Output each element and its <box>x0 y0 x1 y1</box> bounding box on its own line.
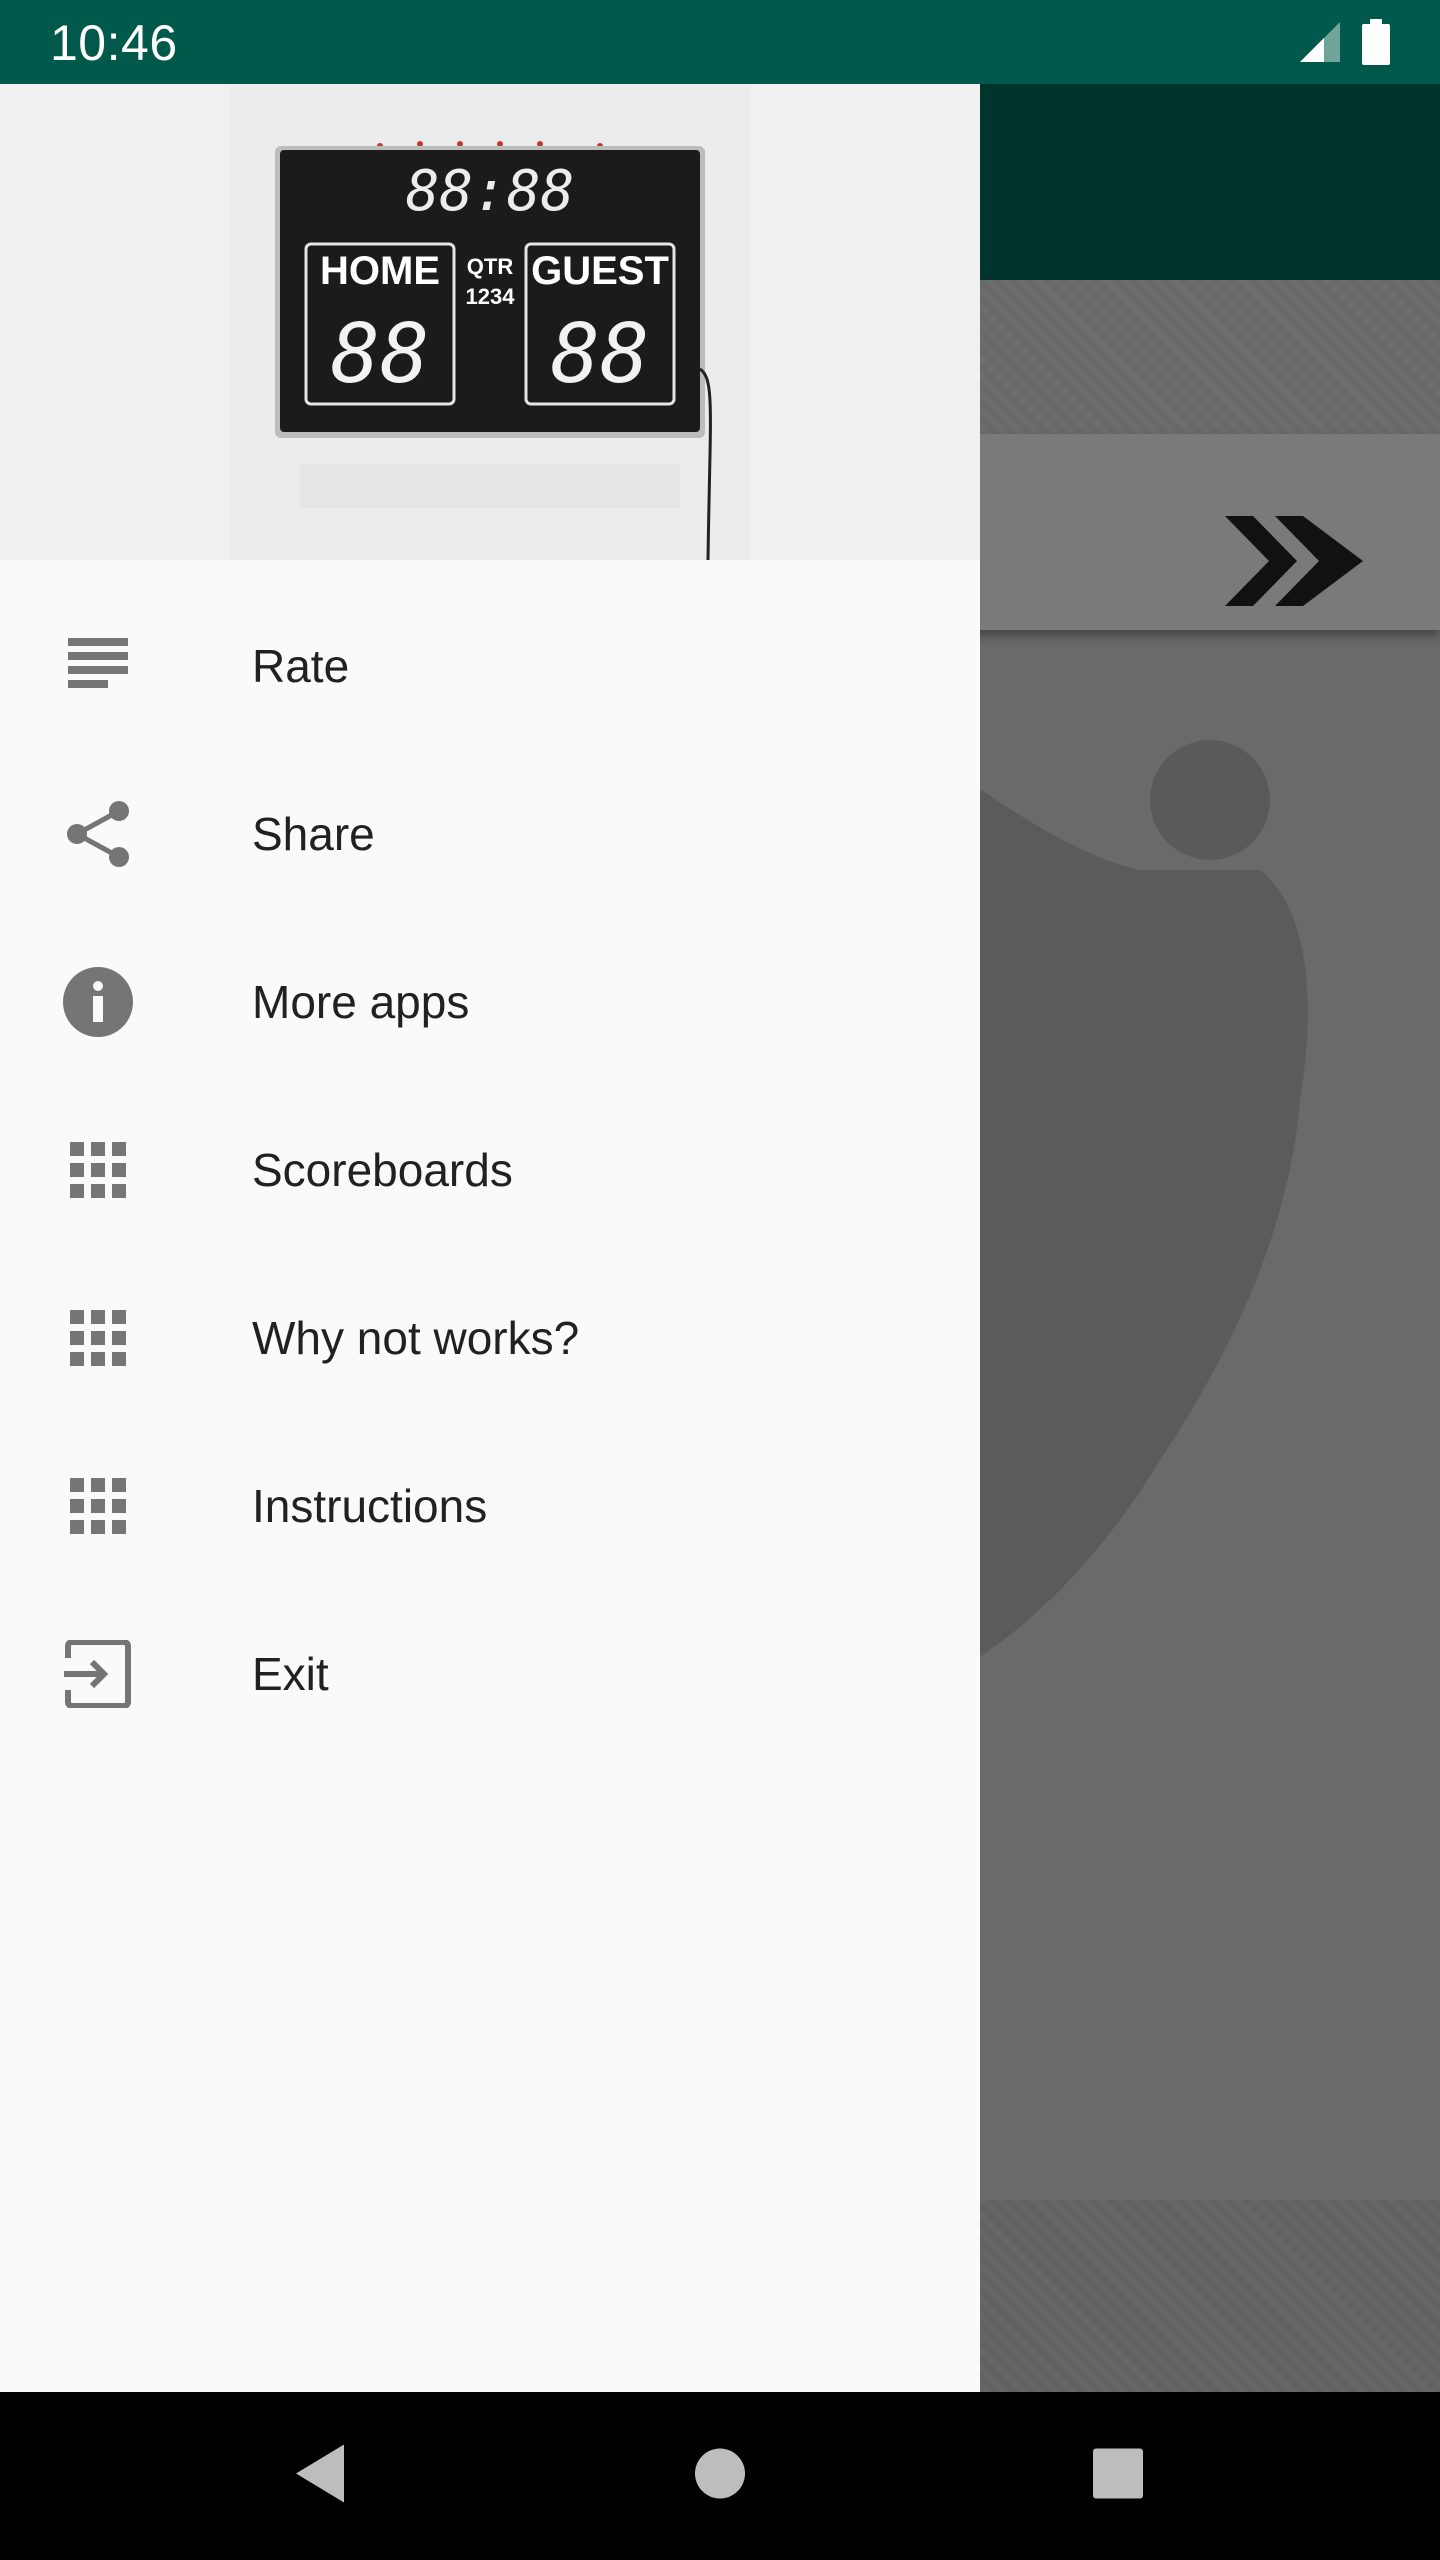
menu-item-label: Scoreboards <box>252 1144 513 1196</box>
signal-icon <box>1298 20 1342 64</box>
system-nav-bar <box>0 2392 1440 2560</box>
menu-item-more-apps[interactable]: More apps <box>0 918 980 1086</box>
scoreboard-home-digits: 88 <box>331 307 430 402</box>
scoreboard-qtr-label: QTR <box>467 254 514 279</box>
forward-arrow-icon[interactable] <box>1225 514 1365 608</box>
status-icons <box>1298 19 1390 65</box>
home-icon[interactable] <box>694 2448 746 2505</box>
back-icon[interactable] <box>292 2443 348 2510</box>
menu-item-label: More apps <box>252 976 470 1028</box>
menu-item-label: Exit <box>252 1648 329 1700</box>
battery-icon <box>1362 19 1390 65</box>
scoreboard-qtr-digits: 1234 <box>466 284 516 309</box>
drawer-header: 88:88 HOME 88 QTR 1234 GUEST 88 <box>0 84 980 560</box>
status-bar: 10:46 <box>0 0 1440 84</box>
grid-icon <box>62 1134 134 1206</box>
menu-item-label: Why not works? <box>252 1312 580 1364</box>
share-icon <box>62 798 134 870</box>
scoreboard-clock: 88:88 <box>406 159 575 224</box>
menu-item-instructions[interactable]: Instructions <box>0 1422 980 1590</box>
navigation-drawer: 88:88 HOME 88 QTR 1234 GUEST 88 Rate Sha… <box>0 84 980 2392</box>
menu-item-scoreboards[interactable]: Scoreboards <box>0 1086 980 1254</box>
menu-item-label: Instructions <box>252 1480 488 1532</box>
scoreboard-image: 88:88 HOME 88 QTR 1234 GUEST 88 <box>230 84 750 560</box>
menu-item-why-not-works[interactable]: Why not works? <box>0 1254 980 1422</box>
sort-lines-icon <box>62 630 134 702</box>
info-icon <box>62 966 134 1038</box>
scoreboard-home-label: HOME <box>320 249 440 293</box>
drawer-menu: Rate Share More apps Scoreboards Why not… <box>0 560 980 1758</box>
menu-item-share[interactable]: Share <box>0 750 980 918</box>
scoreboard-guest-label: GUEST <box>531 249 669 293</box>
menu-item-label: Rate <box>252 640 350 692</box>
status-time: 10:46 <box>50 15 178 71</box>
grid-icon <box>62 1470 134 1542</box>
scoreboard-guest-digits: 88 <box>551 307 650 402</box>
recents-icon[interactable] <box>1092 2448 1144 2505</box>
menu-item-rate[interactable]: Rate <box>0 582 980 750</box>
grid-icon <box>62 1302 134 1374</box>
menu-item-label: Share <box>252 808 375 860</box>
player-silhouette-icon <box>940 740 1308 1680</box>
menu-item-exit[interactable]: Exit <box>0 1590 980 1758</box>
exit-icon <box>62 1638 134 1710</box>
